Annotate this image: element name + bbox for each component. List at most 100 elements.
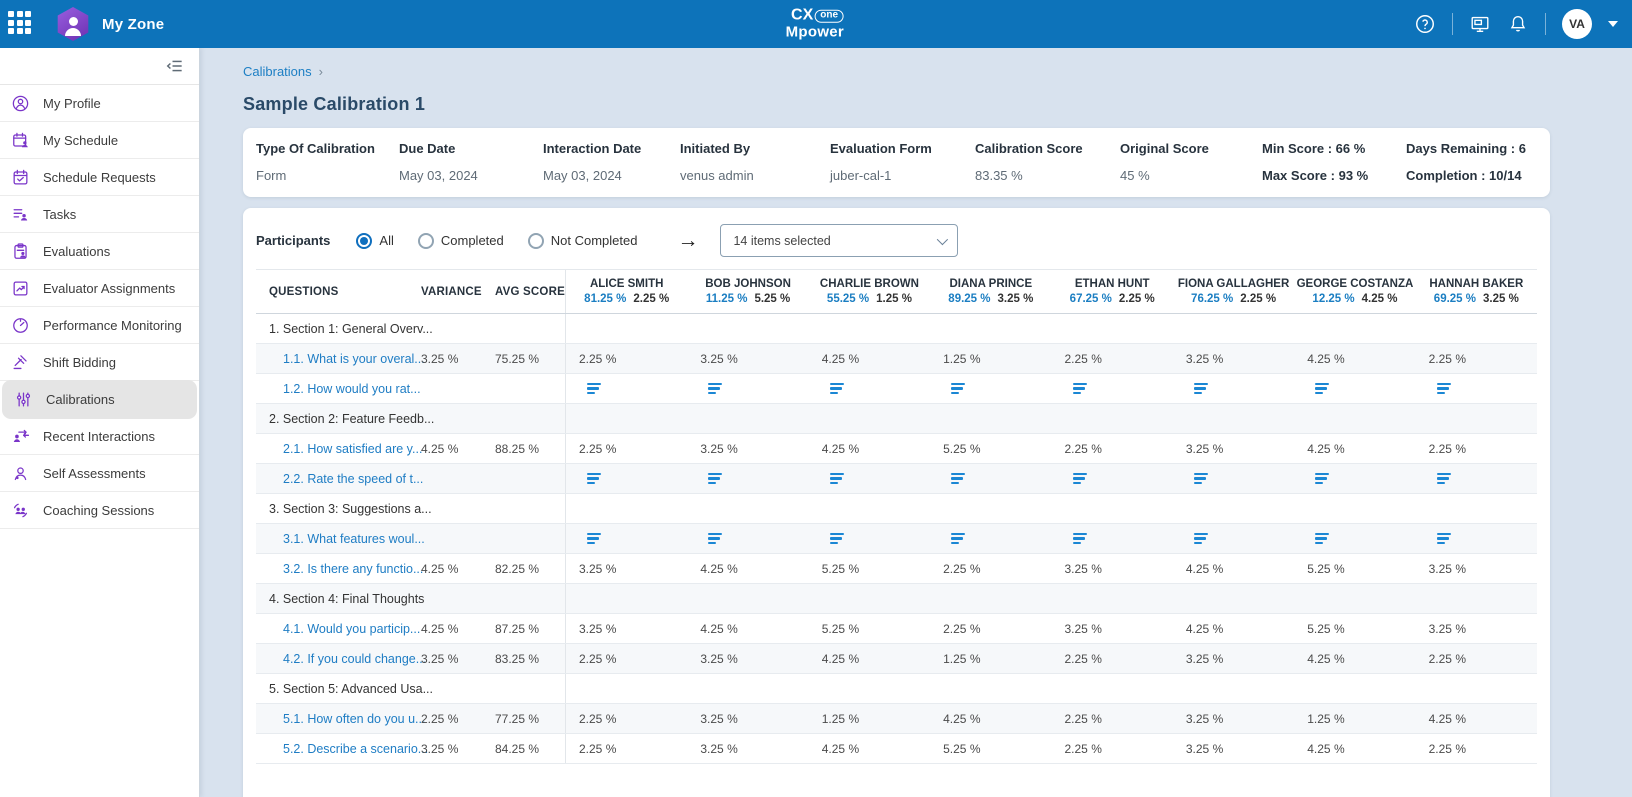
comment-icon[interactable] xyxy=(1437,383,1451,395)
cell-value: 3.25 % xyxy=(700,442,737,456)
comment-icon[interactable] xyxy=(587,533,601,545)
variance-value xyxy=(421,584,495,613)
comment-icon[interactable] xyxy=(951,533,965,545)
sidebar-item-performance-monitoring[interactable]: Performance Monitoring xyxy=(0,307,199,344)
score-cell xyxy=(1173,674,1294,703)
question-link[interactable]: 3.2. Is there any functio... xyxy=(256,562,423,576)
score-cell: 4.25 % xyxy=(1294,344,1415,373)
notifications-bell-icon[interactable] xyxy=(1507,13,1529,35)
cell-value: 1.25 % xyxy=(943,352,980,366)
screen-share-icon[interactable] xyxy=(1469,13,1491,35)
question-link[interactable]: 4.2. If you could change... xyxy=(256,652,426,666)
sidebar-item-calibrations[interactable]: Calibrations xyxy=(3,381,196,418)
score-cell xyxy=(1173,404,1294,433)
question-link[interactable]: 3.1. What features woul... xyxy=(256,532,425,546)
participant-name: ETHAN HUNT xyxy=(1075,278,1150,290)
comment-icon[interactable] xyxy=(951,383,965,395)
comment-icon[interactable] xyxy=(830,383,844,395)
sidebar-item-self-assessments[interactable]: Self Assessments xyxy=(0,455,199,492)
score-cell xyxy=(1173,584,1294,613)
comment-icon[interactable] xyxy=(1194,473,1208,485)
sidebar-item-tasks[interactable]: Tasks xyxy=(0,196,199,233)
variance-value: 3.25 % xyxy=(421,734,495,763)
sidebar-item-evaluator-assignments[interactable]: Evaluator Assignments xyxy=(0,270,199,307)
participants-dropdown[interactable]: 14 items selected xyxy=(720,224,958,257)
comment-icon[interactable] xyxy=(830,473,844,485)
comment-icon[interactable] xyxy=(1073,473,1087,485)
participant-variance: 2.25 % xyxy=(1119,293,1155,305)
radio-completed[interactable]: Completed xyxy=(418,233,504,249)
score-cell xyxy=(687,494,808,523)
question-link[interactable]: 4.1. Would you particip... xyxy=(256,622,420,636)
score-cell xyxy=(1173,374,1294,403)
user-avatar[interactable]: VA xyxy=(1562,9,1592,39)
sidebar-item-coaching-sessions[interactable]: Coaching Sessions xyxy=(0,492,199,529)
score-cell: 4.25 % xyxy=(687,614,808,643)
comment-icon[interactable] xyxy=(708,383,722,395)
summary-label: Due Date xyxy=(399,141,543,156)
radio-not-completed[interactable]: Not Completed xyxy=(528,233,638,249)
table-row-question: 2.1. How satisfied are y...4.25 %88.25 %… xyxy=(256,434,1537,464)
question-link[interactable]: 5.1. How often do you u... xyxy=(256,712,425,726)
cell-value: 4.25 % xyxy=(700,622,737,636)
sidebar-collapse-icon[interactable] xyxy=(165,56,185,76)
calibration-summary-card: Type Of Calibration FormDue Date May 03,… xyxy=(243,128,1550,197)
comment-icon[interactable] xyxy=(1073,383,1087,395)
comment-icon[interactable] xyxy=(708,473,722,485)
sidebar-item-my-schedule[interactable]: My Schedule xyxy=(0,122,199,159)
comment-icon[interactable] xyxy=(587,383,601,395)
sidebar-item-recent-interactions[interactable]: Recent Interactions xyxy=(0,418,199,455)
comment-icon[interactable] xyxy=(1437,533,1451,545)
comment-icon[interactable] xyxy=(951,473,965,485)
comment-icon[interactable] xyxy=(1437,473,1451,485)
question-link[interactable]: 2.2. Rate the speed of t... xyxy=(256,472,423,486)
score-cell: 3.25 % xyxy=(1416,614,1537,643)
comment-icon[interactable] xyxy=(587,473,601,485)
comment-icon[interactable] xyxy=(1315,383,1329,395)
sidebar-item-label: My Schedule xyxy=(43,133,118,148)
app-launcher-icon[interactable] xyxy=(8,11,34,37)
cell-value: 2.25 % xyxy=(579,352,616,366)
cell-value: 4.25 % xyxy=(1307,442,1344,456)
summary-field-type-of-calibration: Type Of Calibration Form xyxy=(256,141,399,183)
cell-value: 2.25 % xyxy=(579,442,616,456)
user-menu-chevron-icon[interactable] xyxy=(1608,21,1618,27)
comment-icon[interactable] xyxy=(830,533,844,545)
sidebar-item-shift-bidding[interactable]: Shift Bidding xyxy=(0,344,199,381)
avg-score-value xyxy=(495,374,565,403)
participant-header-bob-johnson: BOB JOHNSON11.25 %5.25 % xyxy=(687,270,808,313)
variance-value: 3.25 % xyxy=(421,344,495,373)
interactions-icon xyxy=(11,427,30,446)
table-row-question: 3.2. Is there any functio...4.25 %82.25 … xyxy=(256,554,1537,584)
comment-icon[interactable] xyxy=(1194,383,1208,395)
question-link[interactable]: 5.2. Describe a scenario... xyxy=(256,742,428,756)
participant-name: ALICE SMITH xyxy=(590,278,663,290)
avg-score-value xyxy=(495,674,565,703)
comment-icon[interactable] xyxy=(1315,533,1329,545)
comment-icon[interactable] xyxy=(1073,533,1087,545)
sidebar-item-my-profile[interactable]: My Profile xyxy=(0,85,199,122)
score-cell xyxy=(566,374,687,403)
help-icon[interactable] xyxy=(1414,13,1436,35)
radio-all[interactable]: All xyxy=(356,233,393,249)
breadcrumb-calibrations-link[interactable]: Calibrations xyxy=(243,64,312,79)
arrow-right-icon: → xyxy=(677,229,698,253)
score-cell xyxy=(1294,404,1415,433)
days-remaining: Days Remaining : 6 xyxy=(1406,141,1526,156)
comment-icon[interactable] xyxy=(1315,473,1329,485)
score-cell: 2.25 % xyxy=(930,554,1051,583)
radio-label: All xyxy=(379,233,393,248)
table-row-section: 1. Section 1: General Overv... xyxy=(256,314,1537,344)
table-row-question: 5.1. How often do you u...2.25 %77.25 %2… xyxy=(256,704,1537,734)
question-link[interactable]: 1.2. How would you rat... xyxy=(256,382,421,396)
evaluations-icon xyxy=(11,242,30,261)
comment-icon[interactable] xyxy=(1194,533,1208,545)
question-link[interactable]: 2.1. How satisfied are y... xyxy=(256,442,422,456)
score-cell: 2.25 % xyxy=(1052,644,1173,673)
summary-value: May 03, 2024 xyxy=(399,168,543,183)
comment-icon[interactable] xyxy=(708,533,722,545)
cxone-mpower-logo: CXone Mpower xyxy=(786,8,844,41)
sidebar-item-schedule-requests[interactable]: Schedule Requests xyxy=(0,159,199,196)
sidebar-item-evaluations[interactable]: Evaluations xyxy=(0,233,199,270)
question-link[interactable]: 1.1. What is your overal... xyxy=(256,352,425,366)
